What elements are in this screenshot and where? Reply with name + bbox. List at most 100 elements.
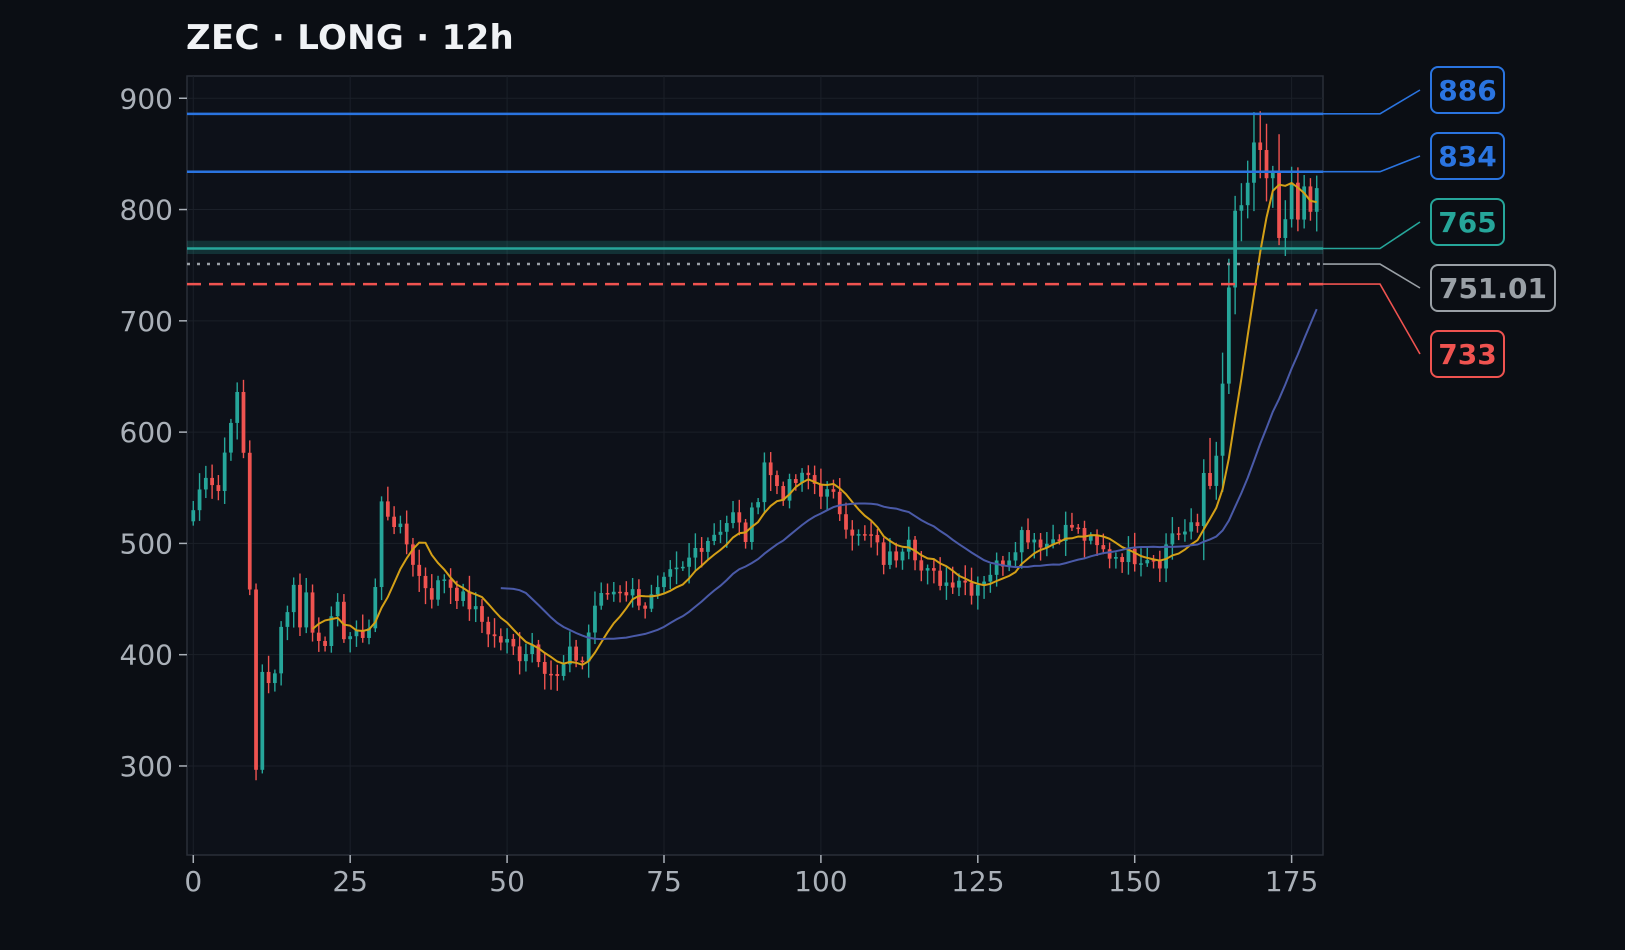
candle-up	[1013, 552, 1018, 561]
candle-down	[894, 551, 899, 561]
candle-up	[461, 591, 466, 601]
candle-up	[561, 664, 566, 676]
candle-down	[819, 483, 823, 497]
candle-down	[862, 534, 867, 536]
level-labels: 886 834 765 751.01 733	[1323, 66, 1556, 378]
x-tick-label: 0	[184, 865, 202, 898]
plot-frame	[186, 75, 1324, 856]
candle-up	[888, 551, 892, 565]
candle-down	[417, 564, 422, 576]
candle-up	[436, 580, 440, 600]
candle-down	[448, 579, 453, 588]
candle-down	[605, 593, 610, 595]
y-tick-label: 600	[120, 416, 173, 449]
candle-up	[706, 540, 710, 552]
y-tick-label: 300	[120, 750, 173, 783]
candle-down	[850, 529, 855, 536]
candle-down	[429, 588, 434, 600]
candle-down	[266, 671, 271, 684]
candle-down	[699, 547, 704, 552]
candle-down	[580, 660, 585, 663]
candle-down	[486, 621, 491, 635]
candle-down	[517, 646, 522, 662]
candle-down	[1070, 524, 1074, 528]
candle-down	[1076, 527, 1081, 530]
level-connector	[1323, 155, 1421, 173]
candle-down	[210, 477, 214, 486]
candle-up	[229, 422, 233, 453]
candle-up	[988, 574, 993, 582]
candle-down	[938, 570, 943, 586]
candle-up	[197, 489, 202, 511]
candle-up	[1214, 455, 1219, 486]
candle-up	[593, 605, 597, 633]
candle-up	[260, 671, 265, 770]
candle-down	[247, 452, 252, 590]
candle-up	[1183, 531, 1187, 535]
candle-down	[837, 491, 842, 515]
candle-up	[291, 584, 296, 613]
candle-down	[1038, 539, 1043, 548]
candle-up	[348, 636, 353, 640]
x-tick-label: 125	[951, 865, 1004, 898]
candle-up	[662, 576, 666, 588]
candle-down	[454, 587, 459, 601]
candle-down	[216, 485, 221, 491]
candle-up	[1019, 530, 1024, 553]
candle-down	[775, 475, 779, 487]
candle-down	[492, 634, 497, 637]
candle-down	[1101, 545, 1106, 550]
y-tick-label: 400	[120, 639, 173, 672]
candle-down	[881, 542, 886, 565]
candle-up	[856, 534, 861, 536]
candle-up	[674, 567, 679, 570]
candle-up	[505, 638, 509, 643]
candle-up	[1145, 560, 1150, 564]
candle-down	[511, 638, 516, 647]
candle-down	[1120, 557, 1125, 563]
candle-down	[542, 661, 547, 674]
level-connector	[1323, 221, 1421, 250]
candle-up	[655, 587, 660, 595]
candle-up	[957, 580, 961, 588]
candle-up	[906, 539, 911, 552]
candle-up	[1114, 557, 1118, 559]
candle-down	[1082, 528, 1087, 541]
candle-up	[304, 592, 309, 628]
candle-up	[1283, 219, 1288, 238]
candle-down	[404, 523, 409, 545]
candle-down	[624, 592, 629, 596]
y-tick-label: 800	[120, 194, 173, 227]
candle-up	[272, 673, 277, 684]
candle-up	[724, 523, 729, 532]
candle-up	[398, 523, 403, 528]
candle-down	[875, 534, 880, 543]
candle-up	[693, 547, 698, 558]
candle-down	[423, 575, 428, 589]
candle-down	[385, 501, 390, 517]
candle-up	[994, 560, 999, 575]
candle-up	[756, 502, 761, 508]
candle-up	[731, 512, 735, 524]
candle-down	[963, 580, 968, 583]
candle-down	[392, 516, 396, 528]
candle-down	[298, 584, 302, 628]
candle-up	[473, 606, 478, 610]
x-tick-label: 150	[1108, 865, 1161, 898]
x-tick-label: 50	[489, 865, 525, 898]
candle-up	[1239, 205, 1244, 211]
candle-up	[762, 462, 767, 503]
candle-up	[335, 601, 340, 617]
x-tick-label: 175	[1265, 865, 1318, 898]
candle-down	[768, 462, 773, 476]
candle-up	[900, 551, 905, 561]
x-tick-label: 100	[794, 865, 847, 898]
candle-up	[611, 591, 616, 595]
candle-down	[869, 534, 873, 536]
candle-up	[1170, 533, 1175, 545]
candle-up	[203, 477, 208, 490]
candle-up	[712, 534, 717, 541]
candle-up	[1220, 383, 1225, 456]
candle-down	[1277, 170, 1281, 238]
candle-down	[1176, 533, 1181, 535]
